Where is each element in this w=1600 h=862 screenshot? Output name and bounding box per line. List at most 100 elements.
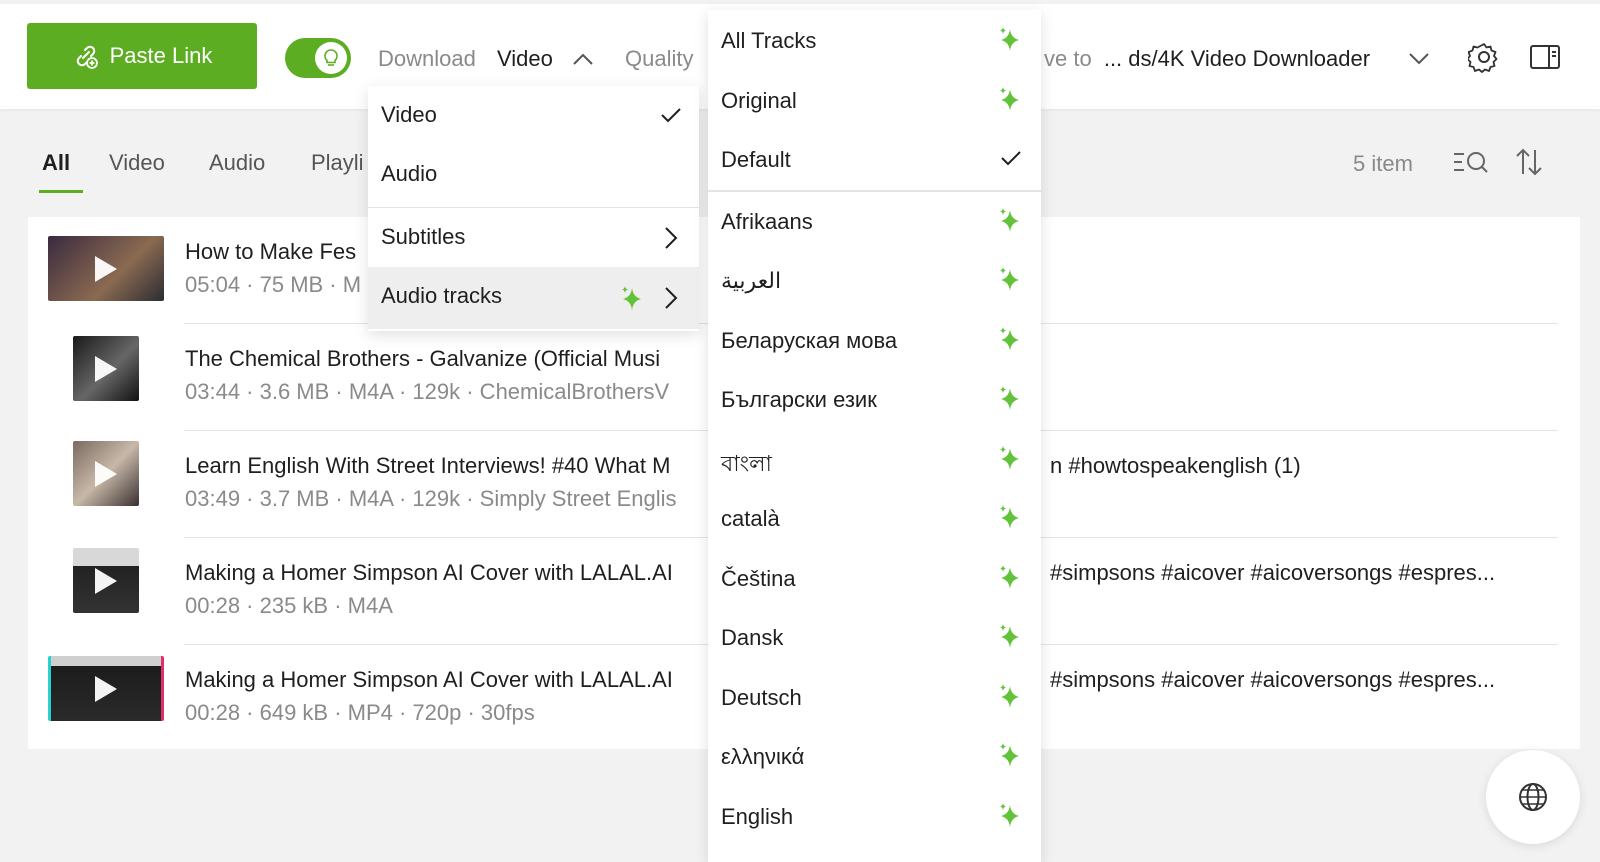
audio-track-item[interactable]: All Tracks: [708, 10, 1041, 69]
tab-all[interactable]: All: [42, 150, 70, 176]
play-icon: [95, 675, 117, 702]
panel-icon: [1530, 45, 1560, 69]
audio-track-label: বাংলা: [721, 450, 772, 476]
audio-track-item[interactable]: Български език: [708, 369, 1041, 428]
sidebar-toggle-button[interactable]: [1528, 41, 1562, 73]
link-add-icon: [76, 45, 98, 69]
play-icon: [95, 460, 117, 487]
audio-track-item[interactable]: català: [708, 488, 1041, 547]
item-count: 5 item: [1353, 151, 1413, 176]
menu-item-audio[interactable]: Audio: [368, 145, 699, 203]
video-thumbnail: [48, 656, 164, 721]
sparkle-icon: [1000, 386, 1019, 410]
sparkle-icon: [1000, 743, 1019, 767]
audio-track-label: Default: [721, 147, 791, 172]
chevron-right-icon: [665, 287, 678, 309]
sparkle-icon: [1000, 445, 1019, 470]
audio-track-label: Čeština: [721, 565, 796, 591]
menu-item-label: Audio tracks: [381, 283, 503, 308]
audio-track-label: All Tracks: [721, 28, 817, 53]
smart-mode-toggle[interactable]: [285, 38, 351, 78]
sort-icon: [1516, 148, 1542, 176]
item-meta: 03:44 · 3.6 MB · M4A · 129k · ChemicalBr…: [185, 379, 670, 404]
tab-playlists[interactable]: Playli: [311, 150, 364, 176]
audio-thumbnail: [73, 548, 139, 613]
item-title-continued: n #howtospeakenglish (1): [1050, 453, 1301, 478]
save-to-label: ve to: [1044, 46, 1092, 71]
search-list-button[interactable]: [1450, 145, 1490, 179]
quality-label[interactable]: Quality: [625, 46, 693, 72]
audio-thumbnail: [73, 336, 139, 401]
menu-item-label: Subtitles: [381, 224, 466, 249]
play-icon: [95, 355, 117, 382]
checkmark-icon: [1001, 151, 1021, 166]
menu-item-audio-tracks[interactable]: Audio tracks: [368, 267, 699, 329]
audio-tracks-menu: All Tracks Original Default Afrikaans العربي…: [708, 10, 1041, 862]
item-meta: 00:28 · 649 kB · MP4 · 720p · 30fps: [185, 700, 535, 725]
item-meta: 03:49 · 3.7 MB · M4A · 129k · Simply Str…: [185, 486, 677, 511]
audio-track-item[interactable]: Dansk: [708, 607, 1041, 666]
menu-item-video[interactable]: Video: [368, 86, 699, 144]
item-title-continued: #simpsons #aicover #aicoversongs #espres…: [1050, 560, 1496, 585]
sparkle-icon: [1000, 27, 1019, 51]
item-title: The Chemical Brothers - Galvanize (Offic…: [185, 346, 661, 371]
download-format-select[interactable]: Video: [497, 46, 553, 72]
play-icon: [95, 255, 117, 282]
language-button[interactable]: [1486, 750, 1580, 844]
play-icon: [95, 567, 117, 594]
save-path-select[interactable]: ve to ... ds/4K Video Downloader: [1044, 46, 1370, 72]
audio-track-item[interactable]: Беларуская мова: [708, 310, 1041, 369]
item-meta: 00:28 · 235 kB · M4A: [185, 593, 393, 618]
gear-icon: [1468, 43, 1498, 73]
audio-track-label: català: [721, 506, 780, 531]
settings-button[interactable]: [1466, 39, 1502, 75]
audio-track-label: Български език: [721, 387, 877, 412]
audio-track-label: Afrikaans: [721, 208, 813, 234]
sparkle-icon: [1000, 86, 1019, 111]
audio-track-label: العربية: [721, 268, 782, 293]
chevron-right-icon: [665, 227, 678, 249]
audio-track-item[interactable]: Default: [708, 129, 1041, 188]
download-format-menu: Video Audio Subtitles Audio tracks: [368, 86, 699, 331]
paste-link-button[interactable]: Paste Link: [27, 23, 257, 89]
audio-track-label: ελληνικά: [721, 744, 805, 769]
sparkle-icon: [622, 286, 641, 310]
audio-track-item[interactable]: English: [708, 786, 1041, 845]
sort-button[interactable]: [1512, 145, 1546, 179]
audio-track-item[interactable]: বাংলা: [708, 429, 1041, 488]
sparkle-icon: [1000, 564, 1019, 589]
tab-active-underline: [39, 190, 83, 193]
checkmark-icon: [661, 108, 681, 123]
sparkle-icon: [1000, 624, 1019, 648]
item-meta: 05:04 · 75 MB · M: [185, 272, 362, 297]
video-thumbnail: [48, 236, 164, 301]
audio-track-label: Беларуская мова: [721, 327, 898, 353]
chevron-down-icon[interactable]: [1408, 52, 1430, 66]
audio-track-item[interactable]: Deutsch: [708, 667, 1041, 726]
audio-track-item[interactable]: Čeština: [708, 548, 1041, 607]
item-title: How to Make Fes: [185, 239, 357, 264]
audio-track-item[interactable]: ελληνικά: [708, 726, 1041, 785]
chevron-up-icon[interactable]: [572, 52, 594, 66]
toggle-knob: [315, 42, 347, 74]
globe-icon: [1519, 783, 1547, 811]
sparkle-icon: [1000, 326, 1019, 351]
audio-track-item[interactable]: Original: [708, 70, 1041, 129]
menu-item-subtitles[interactable]: Subtitles: [368, 208, 699, 266]
menu-item-label: Audio: [381, 161, 438, 186]
paste-link-label: Paste Link: [109, 43, 213, 68]
sparkle-icon: [1000, 683, 1019, 708]
audio-track-label: Deutsch: [721, 684, 802, 710]
audio-track-label: English: [721, 803, 794, 829]
sparkle-icon: [1000, 505, 1019, 529]
tab-video[interactable]: Video: [109, 150, 165, 176]
lightbulb-icon: [324, 49, 338, 66]
item-title: Making a Homer Simpson AI Cover with LAL…: [185, 560, 673, 585]
audio-track-item[interactable]: Afrikaans: [708, 191, 1041, 250]
save-path-value: ... ds/4K Video Downloader: [1103, 46, 1371, 71]
item-title-continued: #simpsons #aicover #aicoversongs #espres…: [1050, 667, 1496, 692]
sparkle-icon: [1000, 802, 1019, 827]
tab-audio[interactable]: Audio: [209, 150, 265, 176]
audio-track-item[interactable]: العربية: [708, 250, 1041, 309]
list-search-icon: [1454, 152, 1488, 173]
